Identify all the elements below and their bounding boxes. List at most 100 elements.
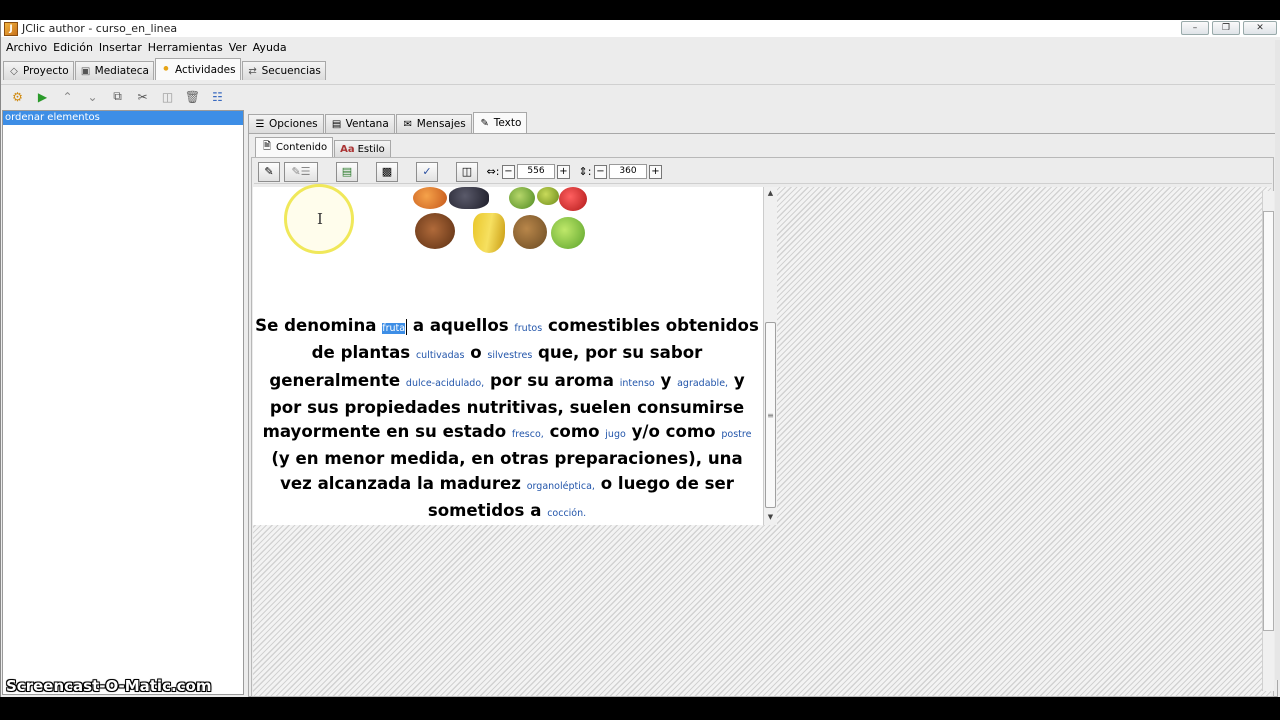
target-word[interactable]: organoléptica, xyxy=(527,481,595,492)
target-word[interactable]: agradable, xyxy=(677,378,728,389)
paste-icon[interactable]: ◫ xyxy=(155,86,180,108)
text-run: a aquellos xyxy=(407,316,515,335)
list-item-selected[interactable]: ordenar elementos xyxy=(3,111,243,125)
tab-proyecto[interactable]: ◇ Proyecto xyxy=(3,61,74,80)
text-run: como xyxy=(543,422,606,442)
target-word[interactable]: fruta xyxy=(382,323,406,334)
tab-mediateca[interactable]: ▣ Mediateca xyxy=(74,61,154,80)
insert-target-button[interactable]: ▩ xyxy=(376,161,398,182)
target-word[interactable]: jugo xyxy=(605,429,626,440)
fruits-image xyxy=(413,187,603,253)
activity-list[interactable]: ordenar elementos xyxy=(2,110,244,695)
tab-label: Secuencias xyxy=(261,65,321,77)
tree-icon[interactable]: ☷ xyxy=(205,86,230,108)
width-increase-button[interactable]: + xyxy=(557,164,570,179)
scroll-up-arrow-icon[interactable]: ▲ xyxy=(764,187,777,200)
text-run: o xyxy=(464,343,488,363)
menu-insertar[interactable]: Insertar xyxy=(96,41,145,54)
menu-bar: Archivo Edición Insertar Herramientas Ve… xyxy=(1,38,1280,56)
tab-estilo[interactable]: Aa Estilo xyxy=(334,140,391,157)
window-edge-scrollbar[interactable] xyxy=(1275,40,1280,680)
content-tabs: 🗎 Contenido Aa Estilo xyxy=(255,137,392,157)
tab-label: Texto xyxy=(493,117,522,129)
text-run: Se denomina xyxy=(255,316,383,335)
preview-button[interactable]: ◫ xyxy=(456,161,478,182)
options-icon: ☰ xyxy=(255,118,265,130)
tab-label: Mensajes xyxy=(416,118,466,130)
menu-archivo[interactable]: Archivo xyxy=(3,41,50,54)
document-scrollbar[interactable]: ▲ ≡ ▼ xyxy=(763,187,777,525)
text-editor-toolbar: ✎ ✎☰ ▤ ▩ ✓ ◫ ⇔: − 556 + ⇕: − 360 + xyxy=(254,160,1272,184)
tab-contenido[interactable]: 🗎 Contenido xyxy=(255,137,334,157)
target-word[interactable]: silvestres xyxy=(487,350,532,361)
watermark: Screencast-O-Matic.com xyxy=(6,677,212,695)
height-spinner: ⇕: − 360 + xyxy=(578,164,662,179)
cut-icon[interactable]: ✂ xyxy=(130,86,155,108)
activities-toolbar: ⚙ ▶ ⌃ ⌄ ⧉ ✂ ◫ 🗑 ☷ xyxy=(1,84,1280,108)
tab-secuencias[interactable]: ⇄ Secuencias xyxy=(241,61,326,80)
play-icon[interactable]: ▶ xyxy=(30,86,55,108)
scroll-down-arrow-icon[interactable]: ▼ xyxy=(764,511,777,524)
check-button[interactable]: ✓ xyxy=(416,161,438,182)
new-activity-icon[interactable]: ⚙ xyxy=(5,86,30,108)
edit-target-button[interactable]: ✎☰ xyxy=(284,161,318,182)
tab-label: Opciones xyxy=(269,118,318,130)
target-word[interactable]: postre xyxy=(721,429,751,440)
document-text[interactable]: Se denomina fruta a aquellos frutos come… xyxy=(255,314,759,526)
menu-edicion[interactable]: Edición xyxy=(50,41,96,54)
window-icon: ▤ xyxy=(331,118,342,130)
close-button[interactable]: ✕ xyxy=(1243,21,1277,35)
width-spinner: ⇔: − 556 + xyxy=(486,164,570,179)
edit-pencil-button[interactable]: ✎ xyxy=(258,161,280,182)
text-cursor-icon: I xyxy=(317,210,323,228)
activity-editor: ☰ Opciones ▤ Ventana ✉ Mensajes ✎ Texto … xyxy=(248,110,1278,697)
width-field[interactable]: 556 xyxy=(517,164,555,179)
canvas-scrollbar[interactable] xyxy=(1262,191,1274,691)
text-block-icon: ▤ xyxy=(341,165,353,178)
height-increase-button[interactable]: + xyxy=(649,164,662,179)
editor-tabs: ☰ Opciones ▤ Ventana ✉ Mensajes ✎ Texto xyxy=(248,112,528,133)
minimize-button[interactable]: – xyxy=(1181,21,1209,35)
tab-label: Actividades xyxy=(174,63,236,76)
preview-icon: ◫ xyxy=(461,165,473,178)
canvas-scroll-thumb[interactable] xyxy=(1263,211,1274,631)
target-word[interactable]: intenso xyxy=(620,378,655,389)
tab-mensajes[interactable]: ✉ Mensajes xyxy=(395,114,472,133)
tab-label: Contenido xyxy=(276,142,328,153)
maximize-button[interactable]: ❐ xyxy=(1212,21,1240,35)
tab-actividades[interactable]: ⚫ Actividades xyxy=(154,58,241,80)
font-style-icon: Aa xyxy=(340,143,355,155)
tab-texto[interactable]: ✎ Texto xyxy=(472,112,528,133)
target-word[interactable]: dulce-acidulado, xyxy=(406,378,484,389)
target-word[interactable]: cultivadas xyxy=(416,350,465,361)
main-tabs: ◇ Proyecto ▣ Mediateca ⚫ Actividades ⇄ S… xyxy=(1,58,327,80)
menu-herramientas[interactable]: Herramientas xyxy=(145,41,226,54)
menu-ver[interactable]: Ver xyxy=(226,41,250,54)
width-icon: ⇔: xyxy=(486,165,500,178)
height-icon: ⇕: xyxy=(578,165,592,178)
tab-label: Proyecto xyxy=(23,65,69,77)
sequences-icon: ⇄ xyxy=(248,65,257,77)
height-decrease-button[interactable]: − xyxy=(594,164,607,179)
tab-opciones[interactable]: ☰ Opciones xyxy=(248,114,324,133)
target-word[interactable]: fresco, xyxy=(512,429,544,440)
tab-label: Ventana xyxy=(345,118,389,130)
height-field[interactable]: 360 xyxy=(609,164,647,179)
target-box-icon: ▩ xyxy=(381,165,393,178)
copy-icon[interactable]: ⧉ xyxy=(105,86,130,108)
target-word[interactable]: frutos xyxy=(514,323,542,334)
messages-icon: ✉ xyxy=(403,118,412,130)
delete-icon[interactable]: 🗑 xyxy=(180,86,205,108)
target-word[interactable]: cocción. xyxy=(547,508,586,519)
text-run: por su aroma xyxy=(484,370,620,390)
width-decrease-button[interactable]: − xyxy=(502,164,515,179)
scroll-thumb[interactable]: ≡ xyxy=(765,322,776,508)
text-properties-button[interactable]: ▤ xyxy=(336,161,358,182)
pencil-icon: ✎ xyxy=(264,165,274,178)
move-down-icon[interactable]: ⌄ xyxy=(80,86,105,108)
pencil-list-icon: ✎☰ xyxy=(291,165,311,178)
move-up-icon[interactable]: ⌃ xyxy=(55,86,80,108)
menu-ayuda[interactable]: Ayuda xyxy=(250,41,290,54)
activities-icon: ⚫ xyxy=(161,64,171,75)
tab-ventana[interactable]: ▤ Ventana xyxy=(324,114,395,133)
